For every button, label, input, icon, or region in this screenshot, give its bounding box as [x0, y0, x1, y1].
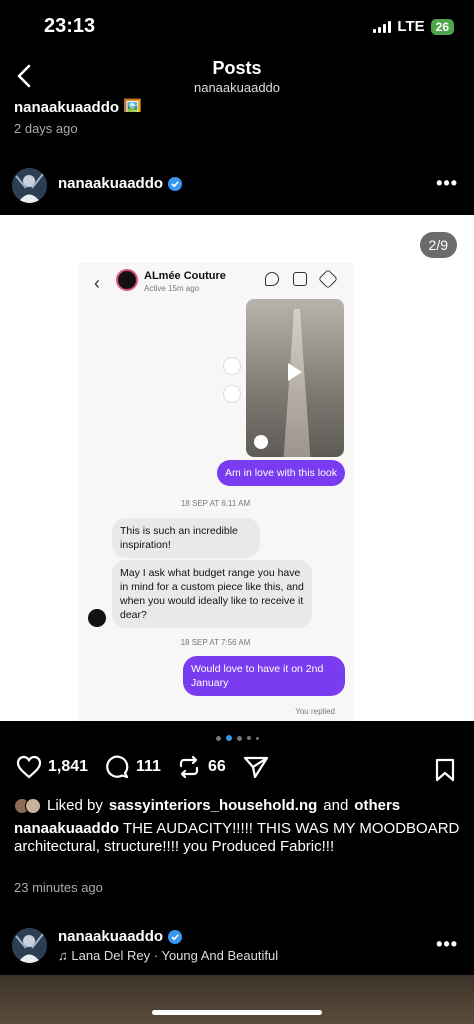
- previous-post-caption: nanaakuaaddo 🖼️: [14, 99, 142, 112]
- video-call-icon: [293, 272, 307, 286]
- message-bubble-sent: Am in love with this look: [216, 460, 345, 486]
- post-caption: nanaakuaaddo THE AUDACITY!!!!! THIS WAS …: [14, 820, 464, 856]
- repost-button[interactable]: 66: [176, 755, 226, 779]
- phone-icon: [265, 272, 279, 286]
- like-count: 1,841: [48, 758, 89, 775]
- post-actions: 1,841 111 66: [0, 755, 474, 785]
- save-icon: [223, 385, 241, 403]
- home-indicator: [152, 1010, 322, 1015]
- liked-by-and: and: [323, 797, 349, 814]
- send-icon: [243, 756, 269, 779]
- post-username[interactable]: nanaakuaaddo: [58, 175, 183, 192]
- avatar[interactable]: [12, 168, 47, 203]
- status-bar: 23:13 LTE 26: [0, 0, 474, 50]
- dress-image: [283, 309, 311, 457]
- battery-icon: 26: [430, 18, 454, 35]
- repost-icon: [179, 755, 199, 779]
- play-icon: [288, 363, 302, 381]
- more-options-icon[interactable]: •••: [436, 934, 458, 955]
- liked-by-user[interactable]: sassyinteriors_household.ng: [109, 797, 317, 814]
- dm-small-avatar: [88, 609, 106, 627]
- page-title: Posts: [212, 58, 262, 78]
- more-options-icon[interactable]: •••: [436, 173, 458, 194]
- dm-back-icon: ‹: [94, 273, 100, 293]
- heart-icon: [16, 755, 42, 779]
- next-post-username[interactable]: nanaakuaaddo: [58, 928, 183, 945]
- next-post-header: nanaakuaaddo ♫ Lana Del Rey · Young And …: [0, 928, 474, 968]
- caption-username[interactable]: nanaakuaaddo: [14, 820, 119, 837]
- avatar: [25, 797, 41, 814]
- replied-label: You replied: [295, 707, 335, 716]
- previous-post-time: 2 days ago: [14, 121, 78, 136]
- verified-badge-icon: [168, 929, 183, 944]
- message-timestamp: 18 SEP AT 6:11 AM: [180, 499, 251, 508]
- bookmark-icon[interactable]: [434, 758, 456, 782]
- avatar-image: [12, 168, 47, 203]
- verified-badge-icon: [168, 176, 183, 191]
- dm-name: ALmée Couture: [144, 270, 226, 282]
- dm-avatar: [116, 269, 138, 291]
- page-subtitle[interactable]: nanaakuaaddo: [0, 80, 474, 95]
- post-header: nanaakuaaddo •••: [0, 165, 474, 207]
- username-text: nanaakuaaddo: [58, 175, 164, 192]
- message-bubble-sent: Would love to have it on 2nd January: [183, 656, 345, 696]
- carousel-counter: 2/9: [419, 232, 457, 258]
- music-note-icon: ♫: [58, 948, 72, 963]
- message-bubble-received: May I ask what budget range you have in …: [112, 560, 312, 628]
- dm-header-icons: [265, 269, 338, 289]
- song-text: Lana Del Rey · Young And Beautiful: [71, 948, 279, 963]
- song-label[interactable]: ♫ Lana Del Rey · Young And Beautiful: [58, 948, 278, 963]
- header: Posts nanaakuaaddo: [0, 55, 474, 100]
- reel-icon: [254, 435, 268, 449]
- comment-count: 111: [136, 758, 161, 775]
- liked-by[interactable]: Liked by sassyinteriors_household.ng and…: [14, 797, 400, 814]
- post-time: 23 minutes ago: [14, 880, 103, 895]
- network-label: LTE: [397, 18, 425, 35]
- carousel-dots: [0, 735, 474, 741]
- liked-by-prefix: Liked by: [47, 797, 103, 814]
- tag-icon: [318, 269, 338, 289]
- avatar[interactable]: [12, 928, 47, 963]
- username-text: nanaakuaaddo: [58, 928, 164, 945]
- comment-icon: [106, 755, 129, 779]
- dm-active-status: Active 15m ago: [144, 284, 200, 293]
- share-button[interactable]: [243, 755, 269, 779]
- dm-screenshot: ‹ ALmée Couture Active 15m ago Am in lov…: [78, 263, 353, 721]
- message-bubble-received: This is such an incredible inspiration!: [112, 518, 260, 558]
- liked-by-others[interactable]: others: [354, 797, 400, 814]
- shared-reel-thumbnail: [246, 299, 344, 457]
- post-image[interactable]: 2/9 ‹ ALmée Couture Active 15m ago Am in…: [0, 215, 474, 721]
- status-indicators: LTE 26: [373, 18, 454, 35]
- share-icon: [223, 357, 241, 375]
- repost-count: 66: [208, 758, 226, 775]
- next-post-image[interactable]: [0, 975, 474, 1024]
- avatar-image: [12, 928, 47, 963]
- status-time: 23:13: [44, 15, 96, 37]
- liked-by-avatars: [14, 797, 41, 814]
- comment-button[interactable]: 111: [104, 755, 161, 779]
- message-timestamp: 18 SEP AT 7:56 AM: [180, 638, 251, 647]
- signal-icon: [373, 20, 392, 33]
- like-button[interactable]: 1,841: [16, 755, 88, 779]
